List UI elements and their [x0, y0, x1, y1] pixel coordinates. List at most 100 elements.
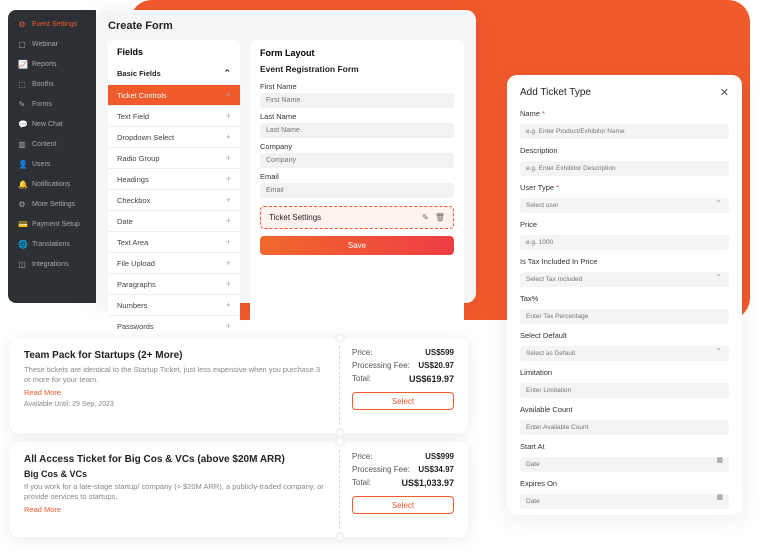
sidebar-item-label: More Settings	[32, 201, 75, 208]
last-name-input[interactable]	[260, 123, 454, 138]
start-at-label: Start At	[520, 442, 729, 451]
page-title: Create Form	[108, 20, 464, 32]
sidebar-icon: 👤	[18, 160, 26, 169]
select-default-label: Select Default	[520, 331, 729, 340]
close-icon[interactable]: ✕	[720, 86, 729, 99]
first-name-input[interactable]	[260, 93, 454, 108]
plus-icon: +	[226, 216, 231, 226]
plus-icon: +	[226, 111, 231, 121]
read-more-link[interactable]: Read More	[24, 505, 325, 514]
sidebar-icon: 🌐	[18, 240, 26, 249]
limitation-input[interactable]	[520, 383, 729, 398]
ticket-divider	[339, 346, 340, 425]
price-input[interactable]	[520, 235, 729, 250]
plus-icon: +	[226, 321, 231, 331]
field-item[interactable]: Ticket Controls +	[108, 84, 240, 105]
sidebar-item-forms[interactable]: ✎Forms	[8, 94, 96, 114]
sidebar-item-integrations[interactable]: ◫Integrations	[8, 254, 96, 274]
field-item[interactable]: Date +	[108, 210, 240, 231]
sidebar-item-webinar[interactable]: ▢Webinar	[8, 34, 96, 54]
field-label: Numbers	[117, 301, 147, 310]
available-count-input[interactable]	[520, 420, 729, 435]
ticket-card: All Access Ticket for Big Cos & VCs (abo…	[10, 442, 468, 537]
sidebar-item-payment-setup[interactable]: 💳 Payment Setup	[8, 214, 96, 234]
tax-pct-input[interactable]	[520, 309, 729, 324]
field-label: Ticket Controls	[117, 91, 167, 100]
save-button[interactable]: Save	[260, 236, 454, 255]
field-label: Text Area	[117, 238, 148, 247]
tax-pct-label: Tax%	[520, 294, 729, 303]
field-item[interactable]: Dropdown Select+	[108, 126, 240, 147]
plus-icon: +	[226, 174, 231, 184]
field-label: Radio Group	[117, 154, 160, 163]
sidebar-item-reports[interactable]: 📈Reports	[8, 54, 96, 74]
plus-icon: +	[226, 90, 231, 100]
sidebar-item-label: Payment Setup	[32, 221, 80, 228]
description-input[interactable]	[520, 161, 729, 176]
select-ticket-button[interactable]: Select	[352, 392, 454, 410]
available-count-label: Available Count	[520, 405, 729, 414]
ticket-divider	[339, 450, 340, 529]
field-label: Dropdown Select	[117, 133, 174, 142]
delete-icon[interactable]: 🗑	[435, 213, 445, 222]
ticket-settings-block[interactable]: Ticket Settings ✎ 🗑	[260, 206, 454, 229]
sidebar-item-label: Forms	[32, 101, 52, 108]
field-item[interactable]: Checkbox+	[108, 189, 240, 210]
basic-fields-toggle[interactable]: Basic Fields ⌃	[108, 63, 240, 84]
edit-icon[interactable]: ✎	[422, 213, 429, 222]
field-item[interactable]: Text Field +	[108, 105, 240, 126]
sidebar-item-more-settings[interactable]: ⚙ More Settings	[8, 194, 96, 214]
price-label: Price	[520, 220, 729, 229]
field-label: Paragraphs	[117, 280, 156, 289]
company-input[interactable]	[260, 153, 454, 168]
sidebar-icon: 🔔	[18, 180, 26, 189]
sidebar-icon: ⬚	[18, 80, 26, 89]
sidebar-item-event-settings[interactable]: ⚙Event Settings	[8, 14, 96, 34]
field-item[interactable]: Headings+	[108, 168, 240, 189]
sidebar-item-notifications[interactable]: 🔔 Notifications	[8, 174, 96, 194]
plus-icon: +	[226, 195, 231, 205]
plus-icon: +	[226, 279, 231, 289]
plus-icon: +	[226, 300, 231, 310]
field-item[interactable]: Numbers +	[108, 294, 240, 315]
sidebar-icon: 💳	[18, 220, 26, 229]
user-type-select[interactable]	[520, 198, 729, 213]
field-label: File Upload	[117, 259, 155, 268]
form-title-text: Event Registration Form	[260, 64, 454, 74]
sidebar-item-translations[interactable]: 🌐Translations	[8, 234, 96, 254]
description-label: Description	[520, 146, 729, 155]
tax-included-select[interactable]	[520, 272, 729, 287]
field-label: Passwords	[117, 322, 154, 331]
read-more-link[interactable]: Read More	[24, 388, 325, 397]
ticket-title: All Access Ticket for Big Cos & VCs (abo…	[24, 454, 325, 465]
ticket-desc: These tickets are identical to the Start…	[24, 365, 325, 385]
select-ticket-button[interactable]: Select	[352, 496, 454, 514]
ticket-title: Team Pack for Startups (2+ More)	[24, 350, 325, 361]
sidebar-item-label: Notifications	[32, 181, 70, 188]
sidebar-icon: 💬	[18, 120, 26, 129]
sidebar-item-new-chat[interactable]: 💬 New Chat	[8, 114, 96, 134]
sidebar-item-content[interactable]: ▥Content	[8, 134, 96, 154]
field-item[interactable]: Passwords +	[108, 315, 240, 336]
sidebar-item-users[interactable]: 👤Users	[8, 154, 96, 174]
select-default-select[interactable]	[520, 346, 729, 361]
field-item[interactable]: Radio Group+	[108, 147, 240, 168]
field-label: Date	[117, 217, 133, 226]
field-item[interactable]: Paragraphs +	[108, 273, 240, 294]
sidebar-icon: ◫	[18, 260, 26, 269]
sidebar-item-label: New Chat	[32, 121, 63, 128]
field-item[interactable]: File Upload+	[108, 252, 240, 273]
email-input[interactable]	[260, 183, 454, 198]
field-item[interactable]: Text Area+	[108, 231, 240, 252]
expires-on-input[interactable]	[520, 494, 729, 509]
sidebar-icon: ⚙	[18, 200, 26, 209]
user-type-label: User Type *	[520, 183, 729, 192]
sidebar-icon: 📈	[18, 60, 26, 69]
name-input[interactable]	[520, 124, 729, 139]
field-label: Text Field	[117, 112, 149, 121]
start-at-input[interactable]	[520, 457, 729, 472]
ticket-card: Team Pack for Startups (2+ More) These t…	[10, 338, 468, 433]
sidebar-icon: ▥	[18, 140, 26, 149]
fields-header: Fields	[108, 47, 240, 63]
sidebar-item-booths[interactable]: ⬚Booths	[8, 74, 96, 94]
